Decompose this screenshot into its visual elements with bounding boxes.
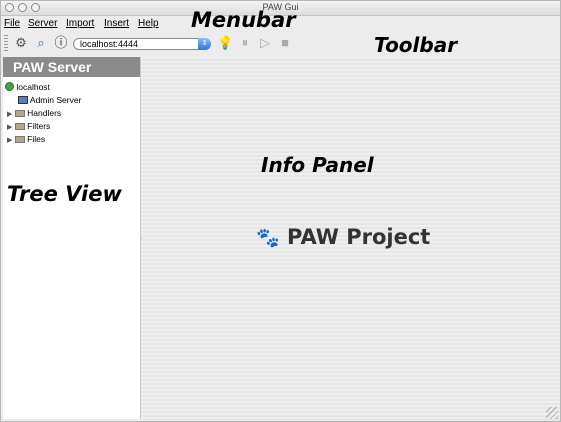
stop-icon[interactable]: ■ — [277, 35, 293, 51]
folder-icon — [14, 110, 25, 117]
tree-item-filters[interactable]: ▶ Filters — [7, 121, 50, 131]
server-select[interactable]: localhost:4444 ⇕ — [73, 38, 211, 50]
info-panel-annotation: Info Panel — [261, 153, 374, 177]
expand-triangle-icon[interactable]: ▶ — [7, 124, 12, 131]
monitor-icon — [18, 96, 28, 104]
info-icon[interactable]: ⓘ — [53, 35, 69, 51]
app-window: PAW Gui File Server Import Insert Help M… — [0, 0, 561, 422]
menu-import[interactable]: Import — [66, 18, 94, 29]
tree-view-annotation: Tree View — [7, 182, 122, 206]
tree-item-handlers[interactable]: ▶ Handlers — [7, 108, 61, 118]
menu-server[interactable]: Server — [28, 18, 57, 29]
tree-item-admin-server[interactable]: Admin Server — [18, 95, 81, 105]
tree-item-files[interactable]: ▶ Files — [7, 134, 45, 144]
tree-header: PAW Server — [3, 57, 140, 77]
menu-file[interactable]: File — [4, 18, 20, 29]
tree-item-label: Filters — [27, 121, 51, 131]
menubar-annotation: Menubar — [191, 8, 296, 32]
server-select-value: localhost:4444 — [80, 39, 139, 49]
select-arrows-icon[interactable]: ⇕ — [198, 38, 211, 50]
tree-item-label: Files — [27, 134, 46, 144]
expand-triangle-icon[interactable]: ▶ — [7, 137, 12, 144]
gears-icon[interactable]: ⚙ — [13, 35, 29, 51]
menu-insert[interactable]: Insert — [104, 18, 129, 29]
resize-grip[interactable] — [546, 407, 558, 419]
folder-icon — [14, 136, 25, 143]
expand-triangle-icon[interactable]: ▶ — [7, 111, 12, 118]
toolbar-annotation: Toolbar — [374, 33, 458, 57]
globe-icon — [5, 82, 14, 91]
toolbar-grip[interactable] — [4, 35, 8, 51]
folder-icon — [14, 123, 25, 130]
magnifier-icon[interactable]: ⌕ — [33, 35, 49, 51]
tree-root-localhost[interactable]: localhost — [5, 82, 50, 92]
paw-icon: 🐾 — [256, 227, 280, 249]
menu-help[interactable]: Help — [138, 18, 159, 29]
tree-item-label: Admin Server — [29, 95, 82, 105]
tree-item-label: Handlers — [27, 108, 62, 118]
tree-view[interactable]: PAW Server localhost Admin Server ▶ Hand… — [3, 57, 141, 419]
tree-root-label: localhost — [16, 82, 50, 92]
paw-project-logo: 🐾 PAW Project — [256, 225, 430, 249]
lightbulb-icon[interactable]: 💡 — [217, 35, 233, 51]
project-label: PAW Project — [286, 225, 431, 249]
pause-icon[interactable]: ⏸ — [237, 35, 253, 51]
play-icon[interactable]: ▷ — [257, 35, 273, 51]
